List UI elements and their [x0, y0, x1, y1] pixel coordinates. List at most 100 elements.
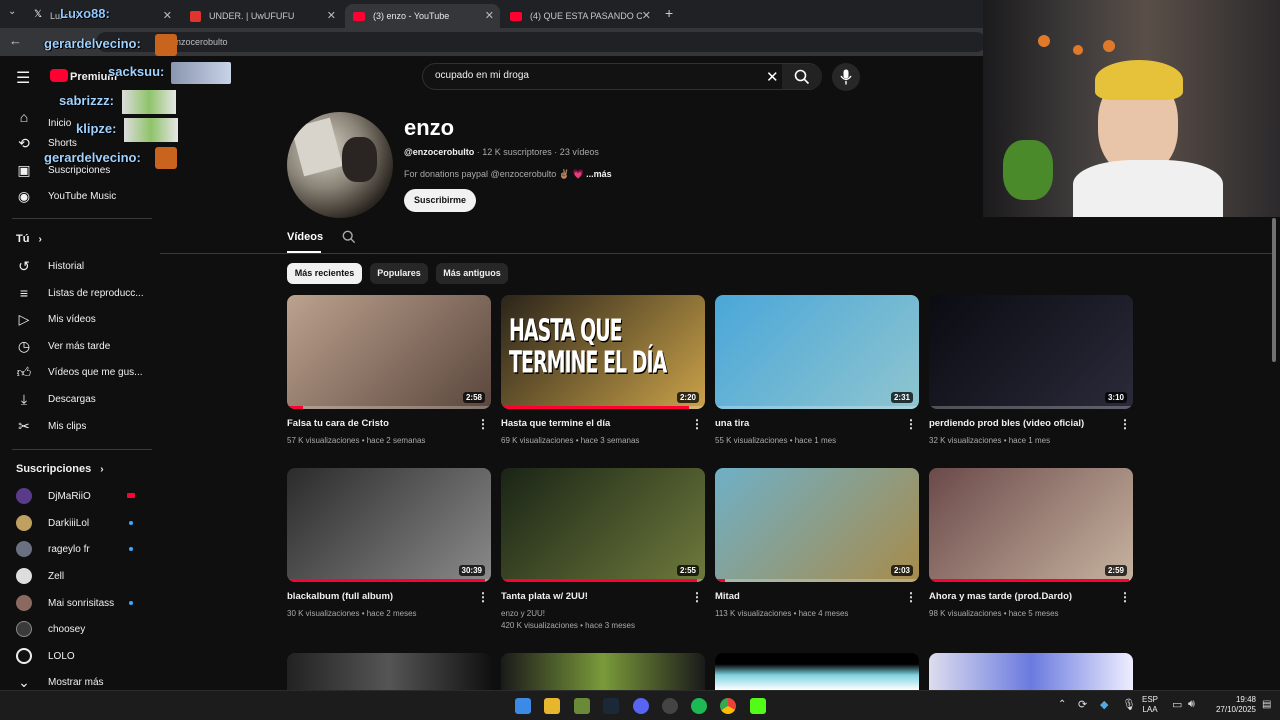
start-icon[interactable] [515, 698, 531, 714]
clock[interactable]: 19:48 27/10/2025 [1216, 695, 1256, 715]
scrollbar[interactable] [1272, 218, 1276, 362]
close-icon[interactable]: ✕ [485, 9, 494, 22]
sidebar-item-mis-videos[interactable]: ▷ Mis vídeos [0, 306, 155, 332]
channel-description[interactable]: For donations paypal @enzocerobulto ✌🏽 💗… [404, 169, 612, 180]
video-collab[interactable]: enzo y 2UU! [501, 609, 545, 618]
video-card[interactable]: HASTA QUE TERMINE EL DÍA 2:20 Hasta que te… [501, 295, 705, 455]
search-box[interactable]: ocupado en mi droga ✕ [422, 63, 822, 90]
steam-icon[interactable] [603, 698, 619, 714]
video-title[interactable]: Mitad [715, 591, 900, 602]
video-title[interactable]: Ahora y mas tarde (prod.Dardo) [929, 591, 1114, 602]
video-thumbnail-partial[interactable] [501, 653, 705, 690]
video-title[interactable]: Falsa tu cara de Cristo [287, 418, 472, 429]
video-title[interactable]: perdiendo prod bles (video oficial) [929, 418, 1114, 429]
video-thumbnail[interactable]: 30:39 [287, 468, 491, 582]
more-link[interactable]: ...más [584, 169, 612, 179]
voice-search-button[interactable] [832, 63, 860, 91]
menu-icon[interactable]: ☰ [16, 68, 30, 88]
sub-item-rageylo[interactable]: rageylo fr [0, 536, 155, 562]
video-card[interactable]: 2:03 Mitad 113 K visualizaciones • hace 4 … [715, 468, 919, 628]
video-thumbnail[interactable]: 3:10 [929, 295, 1133, 409]
network-icon[interactable]: ▭ [1172, 698, 1182, 711]
sub-item-choosey[interactable]: choosey [0, 616, 155, 642]
back-icon[interactable]: ← [9, 33, 22, 48]
tray-chevron-icon[interactable]: ⌃ [1058, 699, 1066, 710]
chip-populares[interactable]: Populares [370, 263, 428, 284]
video-thumbnail-partial[interactable] [715, 653, 919, 690]
video-title[interactable]: blackalbum (full album) [287, 591, 472, 602]
more-vert-icon[interactable]: ⋮ [477, 417, 489, 431]
sync-icon[interactable]: ⟳ [1078, 698, 1087, 711]
more-vert-icon[interactable]: ⋮ [1119, 590, 1131, 604]
sidebar-item-descargas[interactable]: ⤓ Descargas [0, 386, 155, 412]
sidebar-item-liked[interactable]: 👍︎ Vídeos que me gus... [0, 359, 155, 385]
video-thumbnail[interactable]: 2:03 [715, 468, 919, 582]
sidebar-item-historial[interactable]: ↺ Historial [0, 253, 155, 279]
more-vert-icon[interactable]: ⋮ [691, 590, 703, 604]
more-vert-icon[interactable]: ⋮ [691, 417, 703, 431]
discord-icon[interactable] [633, 698, 649, 714]
new-tab-icon[interactable]: + [665, 5, 673, 21]
tab-youtube-active[interactable]: (3) enzo - YouTube ✕ [345, 4, 500, 28]
video-thumbnail[interactable]: HASTA QUE TERMINE EL DÍA 2:20 [501, 295, 705, 409]
video-title[interactable]: una tira [715, 418, 900, 429]
subscribe-button[interactable]: Suscribirme [404, 189, 476, 212]
url-bar[interactable]: enzocerobulto [96, 32, 986, 52]
chrome-icon[interactable] [720, 698, 736, 714]
sidebar-item-listas[interactable]: ≡ Listas de reproducc... [0, 280, 155, 306]
tab-youtube-2[interactable]: (4) QUE ESTA PASANDO CON D ✕ [502, 4, 657, 28]
tab-under[interactable]: UNDER. | UwUFUFU ✕ [182, 4, 342, 28]
clear-icon[interactable]: ✕ [766, 68, 779, 86]
chip-mas-recientes[interactable]: Más recientes [287, 263, 362, 284]
search-input[interactable]: ocupado en mi droga [435, 70, 529, 81]
sub-item-djmariio[interactable]: DjMaRiiO [0, 483, 155, 509]
video-card[interactable]: 3:10 perdiendo prod bles (video oficial) 3… [929, 295, 1133, 455]
tab-videos[interactable]: Vídeos [287, 231, 323, 243]
search-button[interactable] [782, 64, 822, 89]
channel-avatar[interactable] [287, 112, 393, 218]
close-icon[interactable]: ✕ [642, 9, 651, 22]
video-card[interactable]: 2:59 Ahora y mas tarde (prod.Dardo) 98 K v… [929, 468, 1133, 628]
chip-mas-antiguos[interactable]: Más antiguos [436, 263, 508, 284]
subscriptions-section-title[interactable]: Suscripciones › [16, 463, 104, 475]
video-thumbnail[interactable]: 2:31 [715, 295, 919, 409]
video-card[interactable]: 2:58 Falsa tu cara de Cristo 57 K visualiz… [287, 295, 491, 455]
youtube-logo-icon[interactable] [50, 69, 68, 82]
volume-icon[interactable]: 🔊︎ [1188, 698, 1195, 711]
sidebar-item-clips[interactable]: ✂ Mis clips [0, 413, 155, 439]
more-vert-icon[interactable]: ⋮ [1119, 417, 1131, 431]
spotify-icon[interactable] [691, 698, 707, 714]
video-thumbnail-partial[interactable] [287, 653, 491, 690]
obs-icon[interactable] [662, 698, 678, 714]
video-card[interactable]: 2:55 Tanta plata w/ 2UU! enzo y 2UU! 420 K … [501, 468, 705, 630]
you-section-title[interactable]: Tú › [16, 233, 42, 245]
sub-item-lolo[interactable]: LOLO [0, 643, 155, 669]
more-vert-icon[interactable]: ⋮ [905, 590, 917, 604]
file-explorer-icon[interactable] [544, 698, 560, 714]
sidebar-item-ver-mas-tarde[interactable]: ◷ Ver más tarde [0, 333, 155, 359]
channel-search-icon[interactable] [342, 230, 356, 244]
close-icon[interactable]: ✕ [327, 9, 336, 22]
sidebar-item-music[interactable]: ◉ YouTube Music [0, 183, 155, 209]
video-thumbnail-partial[interactable] [929, 653, 1133, 690]
language-indicator[interactable]: ESP LAA [1142, 695, 1158, 715]
sub-item-darkiiilol[interactable]: DarkiiiLol [0, 510, 155, 536]
close-icon[interactable]: ✕ [163, 9, 172, 22]
video-thumbnail[interactable]: 2:59 [929, 468, 1133, 582]
mic-tray-icon[interactable]: 🎙︎ [1122, 698, 1136, 711]
tab-list-icon[interactable]: ⌄ [8, 6, 16, 17]
more-vert-icon[interactable]: ⋮ [905, 417, 917, 431]
kick-icon[interactable] [750, 698, 766, 714]
sub-item-zell[interactable]: Zell [0, 563, 155, 589]
tray-app-icon[interactable]: ◆ [1100, 698, 1108, 711]
video-card[interactable]: 30:39 blackalbum (full album) 30 K visuali… [287, 468, 491, 628]
video-title[interactable]: Tanta plata w/ 2UU! [501, 591, 686, 602]
more-vert-icon[interactable]: ⋮ [477, 590, 489, 604]
video-thumbnail[interactable]: 2:58 [287, 295, 491, 409]
sub-item-mai[interactable]: Mai sonrisitass [0, 590, 155, 616]
video-thumbnail[interactable]: 2:55 [501, 468, 705, 582]
video-title[interactable]: Hasta que termine el día [501, 418, 686, 429]
notification-icon[interactable]: ▤ [1262, 699, 1271, 710]
app-icon[interactable] [574, 698, 590, 714]
video-card[interactable]: 2:31 una tira 55 K visualizaciones • hace … [715, 295, 919, 455]
